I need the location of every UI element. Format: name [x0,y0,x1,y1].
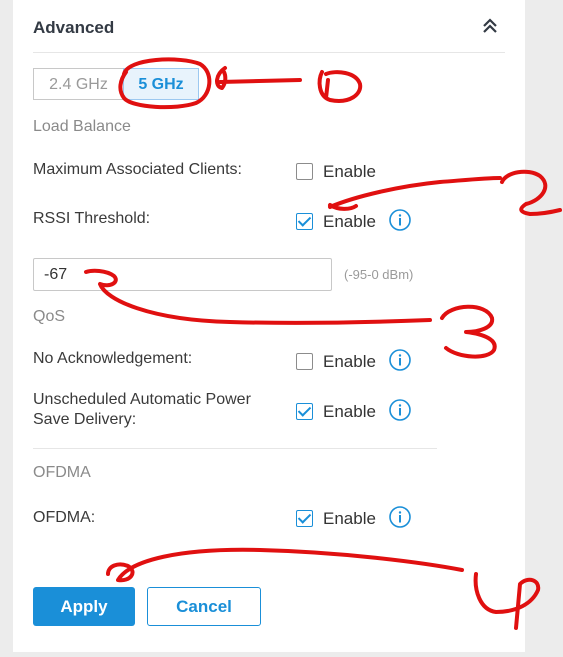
ofdma-title: OFDMA [33,464,91,481]
ofdma-divider [33,448,437,449]
rssi-info-icon[interactable] [389,209,411,231]
ofdma-checkbox[interactable] [296,510,313,527]
max-clients-label: Maximum Associated Clients: [33,161,242,178]
max-clients-checkbox[interactable] [296,163,313,180]
double-chevron-up-icon[interactable] [480,16,500,36]
no-ack-checkbox[interactable] [296,353,313,370]
max-clients-enable-label: Enable [323,162,376,181]
rssi-threshold-checkbox[interactable] [296,213,313,230]
band-selector: 2.4 GHz 5 GHz [33,68,199,100]
uapsd-checkbox[interactable] [296,403,313,420]
advanced-panel: Advanced 2.4 GHz 5 GHz Load Balance Maxi… [13,0,525,652]
load-balance-title: Load Balance [33,118,131,135]
band-2-4ghz-button[interactable]: 2.4 GHz [33,68,123,100]
apply-button[interactable]: Apply [33,587,135,626]
rssi-threshold-enable-label: Enable [323,212,376,231]
panel-title: Advanced [33,18,115,37]
no-ack-info-icon[interactable] [389,349,411,371]
rssi-range-hint: (-95-0 dBm) [344,267,414,282]
no-ack-label: No Acknowledgement: [33,350,193,367]
ofdma-label: OFDMA: [33,509,96,526]
uapsd-label-line2: Save Delivery: [33,411,137,428]
uapsd-label-line1: Unscheduled Automatic Power [33,391,251,408]
ofdma-info-icon[interactable] [389,506,411,528]
rssi-threshold-input[interactable] [33,258,332,291]
cancel-button[interactable]: Cancel [147,587,261,626]
uapsd-enable-label: Enable [323,402,376,421]
ofdma-enable-label: Enable [323,509,376,528]
rssi-threshold-label: RSSI Threshold: [33,210,151,227]
header-divider [33,52,505,53]
uapsd-info-icon[interactable] [389,399,411,421]
band-5ghz-button[interactable]: 5 GHz [123,68,199,100]
qos-title: QoS [33,308,66,325]
no-ack-enable-label: Enable [323,352,376,371]
